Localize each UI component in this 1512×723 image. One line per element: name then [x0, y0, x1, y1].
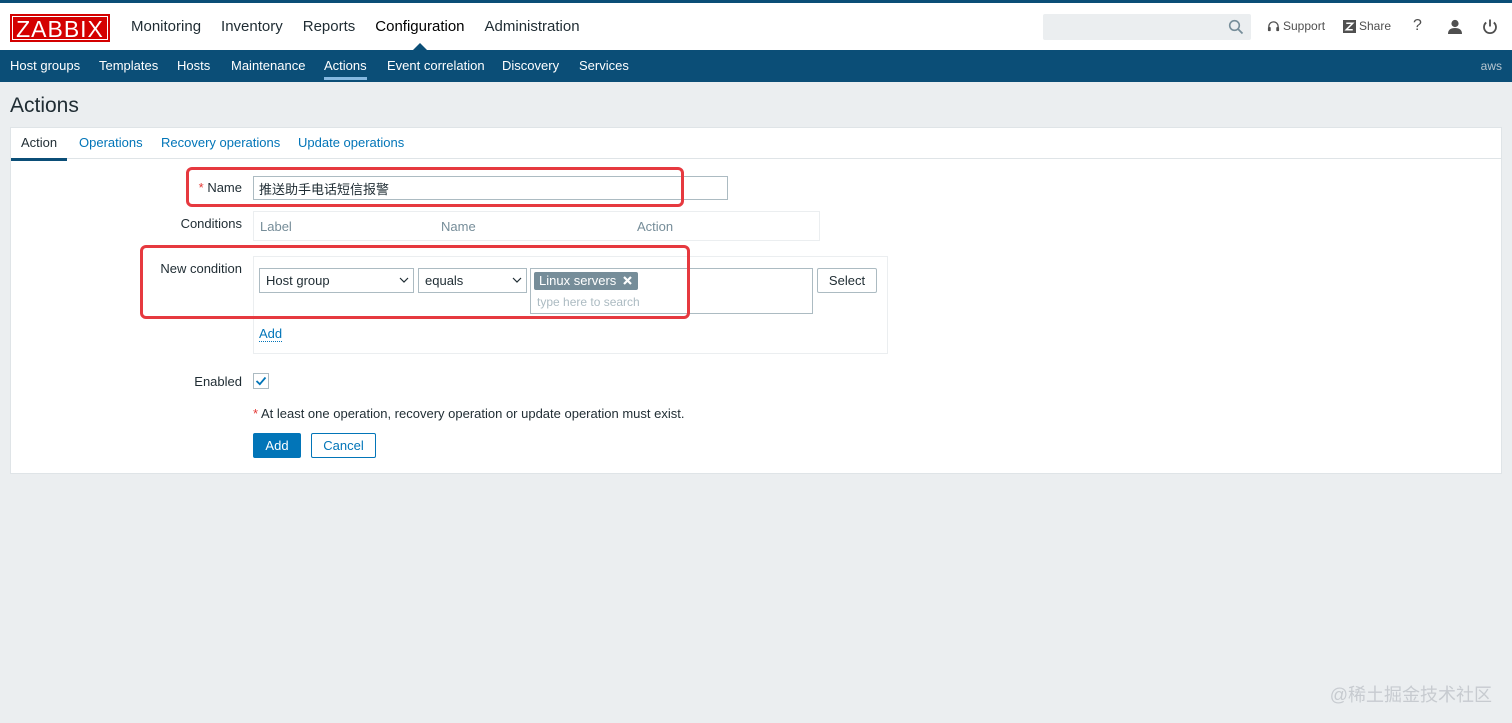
note-required-mark: *	[253, 406, 259, 421]
submenu-host-groups[interactable]: Host groups	[10, 50, 80, 82]
submenu-event-correlation[interactable]: Event correlation	[387, 50, 485, 82]
conditions-table: Label Name Action	[253, 211, 820, 241]
menu-inventory[interactable]: Inventory	[211, 3, 293, 50]
page-title: Actions	[10, 94, 79, 117]
tab-update-operations[interactable]: Update operations	[298, 128, 404, 158]
submenu-discovery[interactable]: Discovery	[502, 50, 559, 82]
tab-recovery-operations[interactable]: Recovery operations	[161, 128, 280, 158]
checkmark-icon	[255, 376, 267, 386]
tab-operations[interactable]: Operations	[79, 128, 143, 158]
search-input[interactable]	[1043, 14, 1251, 40]
form-tabs: Action Operations Recovery operations Up…	[11, 128, 1501, 161]
user-icon[interactable]	[1446, 18, 1464, 36]
add-condition-link[interactable]: Add	[259, 326, 283, 342]
help-icon[interactable]: ?	[1413, 17, 1422, 35]
add-button[interactable]: Add	[253, 433, 301, 458]
logo-text: ZABBIX	[12, 16, 108, 41]
highlight-name-box	[186, 167, 684, 207]
submenu-actions[interactable]: Actions	[324, 50, 367, 82]
main-menu: Monitoring Inventory Reports Configurati…	[121, 3, 590, 50]
submenu-hosts[interactable]: Hosts	[177, 50, 210, 82]
share-label: Share	[1359, 19, 1392, 33]
search-icon[interactable]	[1228, 19, 1244, 35]
operations-note: * At least one operation, recovery opera…	[253, 406, 684, 421]
share-icon	[1343, 19, 1356, 33]
note-text: At least one operation, recovery operati…	[260, 406, 685, 421]
support-link[interactable]: Support	[1267, 19, 1325, 33]
column-header-action: Action	[637, 219, 674, 234]
menu-reports[interactable]: Reports	[293, 3, 366, 50]
select-button[interactable]: Select	[817, 268, 877, 293]
top-bar: ZABBIX Monitoring Inventory Reports Conf…	[0, 0, 1512, 50]
menu-monitoring[interactable]: Monitoring	[121, 3, 211, 50]
server-name: aws	[1480, 59, 1502, 73]
submenu-templates[interactable]: Templates	[99, 50, 158, 82]
tab-action[interactable]: Action	[11, 128, 68, 161]
menu-configuration[interactable]: Configuration	[365, 3, 474, 50]
power-icon[interactable]	[1481, 18, 1499, 36]
column-header-label: Label	[260, 219, 292, 234]
cancel-button[interactable]: Cancel	[311, 433, 376, 458]
submenu-maintenance[interactable]: Maintenance	[231, 50, 305, 82]
support-label: Support	[1283, 19, 1326, 33]
headset-icon	[1267, 20, 1280, 31]
watermark: @稀土掘金技术社区	[1329, 685, 1492, 705]
highlight-condition-box	[140, 245, 690, 319]
column-header-name: Name	[441, 219, 476, 234]
submenu-services[interactable]: Services	[579, 50, 629, 82]
zabbix-logo[interactable]: ZABBIX	[10, 14, 110, 42]
menu-administration[interactable]: Administration	[475, 3, 590, 50]
conditions-label: Conditions	[180, 216, 242, 231]
share-link[interactable]: Share	[1343, 19, 1391, 33]
enabled-checkbox[interactable]	[253, 373, 269, 389]
sub-navigation: Host groups Templates Hosts Maintenance …	[0, 50, 1512, 82]
enabled-label: Enabled	[194, 374, 242, 389]
